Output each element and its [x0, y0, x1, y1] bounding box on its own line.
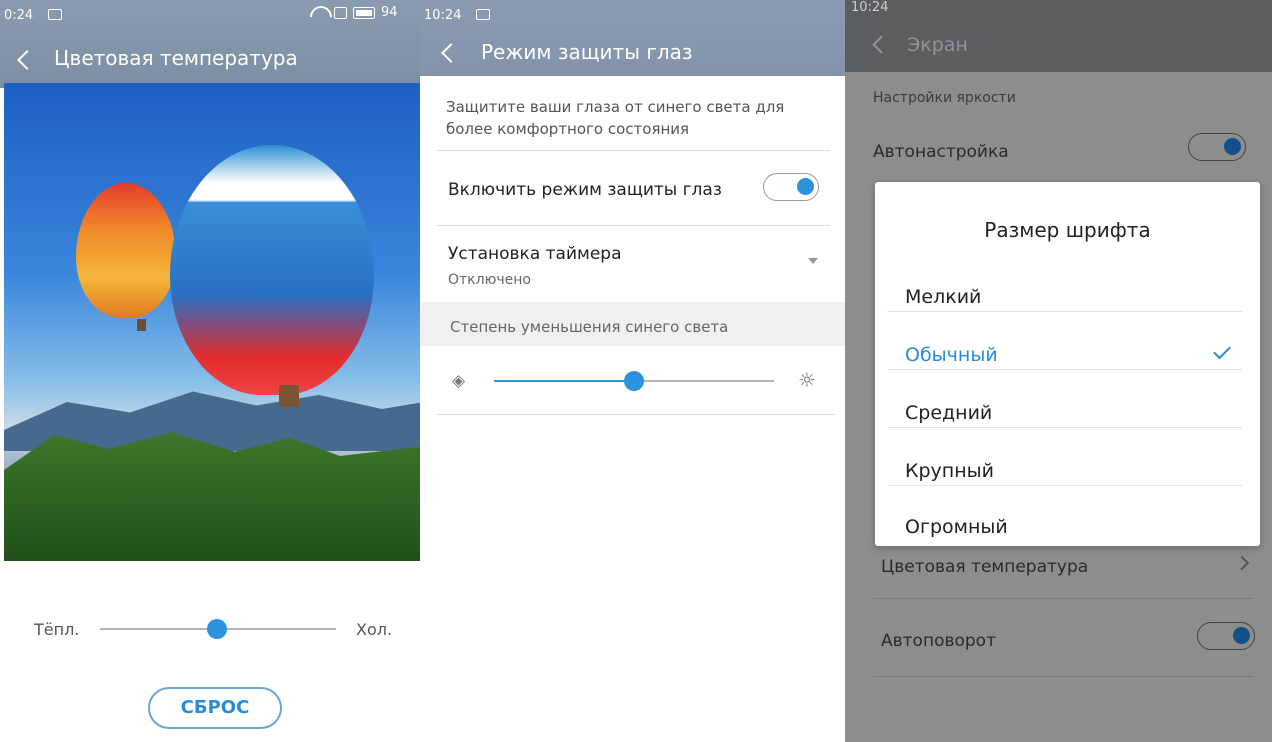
auto-rotate-label: Автоповорот	[881, 631, 996, 651]
eye-protection-toggle[interactable]	[763, 173, 819, 201]
divider	[436, 150, 830, 151]
wifi-icon	[310, 6, 328, 20]
blue-light-reduction-label: Степень уменьшения синего света	[450, 318, 729, 336]
divider	[436, 414, 836, 415]
status-bar: 10:24	[420, 0, 850, 32]
sim-icon	[334, 6, 347, 19]
font-option-normal[interactable]: Обычный	[875, 328, 1260, 385]
battery-icon	[353, 6, 375, 19]
brightness-section-label: Настройки яркости	[873, 90, 1016, 106]
sun-dim-icon: ◈	[452, 371, 466, 391]
divider	[436, 225, 830, 226]
dialog-title: Размер шрифта	[984, 218, 1151, 242]
divider	[887, 427, 1242, 428]
check-icon	[1213, 341, 1231, 360]
section-header: Степень уменьшения синего света	[420, 302, 850, 346]
auto-brightness-label: Автонастройка	[873, 142, 1009, 162]
blue-light-slider-fill	[494, 380, 634, 382]
font-option-huge[interactable]: Огромный	[875, 500, 1260, 557]
status-time: 10:24	[424, 8, 462, 23]
status-time: 10:24	[851, 0, 889, 15]
divider	[873, 598, 1253, 599]
display-settings-screen: 10:24 Экран Настройки яркости Автонастро…	[845, 0, 1272, 742]
timer-value: Отключено	[448, 272, 531, 288]
enable-eye-protection-label: Включить режим защиты глаз	[448, 180, 722, 200]
status-bar: 0:24 94	[0, 0, 424, 32]
color-temperature-screen: 0:24 94 Цветовая температура Тёпл. Хол. …	[0, 0, 424, 742]
blue-light-slider-thumb[interactable]	[624, 371, 644, 391]
cool-label: Хол.	[356, 620, 393, 639]
temperature-slider-row: Тёпл. Хол.	[0, 612, 424, 648]
auto-brightness-toggle[interactable]	[1188, 133, 1246, 161]
page-title: Экран	[907, 34, 968, 56]
battery-level: 94	[381, 5, 398, 20]
temperature-slider-thumb[interactable]	[207, 619, 227, 639]
divider	[887, 311, 1242, 312]
page-title: Цветовая температура	[54, 46, 298, 70]
auto-rotate-toggle[interactable]	[1197, 622, 1255, 650]
divider	[887, 485, 1242, 486]
description-text: Защитите ваши глаза от синего света для …	[446, 98, 785, 138]
font-option-small[interactable]: Мелкий	[875, 270, 1260, 327]
warm-label: Тёпл.	[34, 620, 80, 639]
font-option-medium[interactable]: Средний	[875, 386, 1260, 443]
color-temperature-row[interactable]: Цветовая температура	[881, 557, 1088, 577]
page-title: Режим защиты глаз	[481, 40, 693, 64]
divider	[873, 676, 1253, 677]
image-icon	[48, 9, 62, 20]
font-option-large[interactable]: Крупный	[875, 444, 1260, 501]
divider	[887, 369, 1242, 370]
image-icon	[476, 9, 490, 20]
timer-label: Установка таймера	[448, 244, 622, 264]
dropdown-arrow-icon[interactable]	[808, 258, 818, 264]
preview-image	[4, 83, 424, 561]
sun-bright-icon: ☼	[798, 368, 816, 392]
status-time: 0:24	[4, 8, 34, 23]
eye-protection-screen: 10:24 Режим защиты глаз Защитите ваши гл…	[420, 0, 850, 742]
reset-button[interactable]: СБРОС	[148, 687, 282, 729]
font-size-dialog: Размер шрифта Мелкий Обычный Средний Кру…	[875, 182, 1260, 546]
